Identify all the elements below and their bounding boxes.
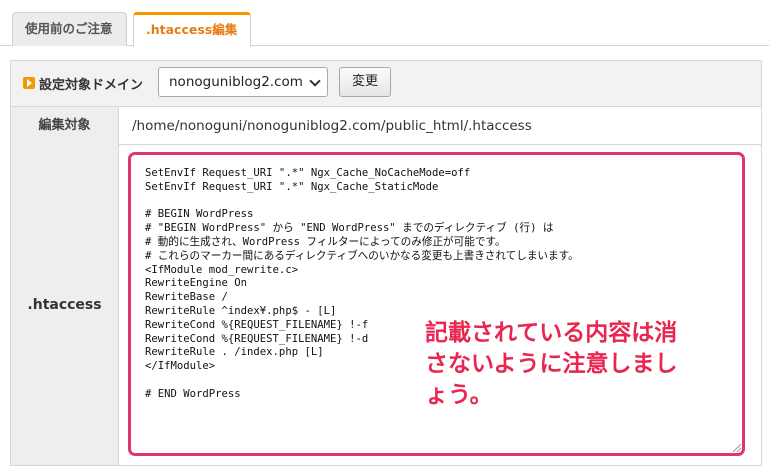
change-button[interactable]: 変更 [339, 67, 391, 97]
htaccess-row: .htaccess SetEnvIf Request_URI ".*" Ngx_… [11, 145, 761, 465]
domain-row: 設定対象ドメイン nonoguniblog2.com 変更 [11, 61, 761, 107]
tab-bar: 使用前のご注意 .htaccess編集 [0, 0, 769, 47]
domain-select[interactable]: nonoguniblog2.com [158, 67, 328, 97]
tab-precautions[interactable]: 使用前のご注意 [12, 12, 127, 46]
edit-target-row: 編集対象 /home/nonoguni/nonoguniblog2.com/pu… [11, 107, 761, 145]
orange-arrow-icon [23, 77, 35, 89]
edit-target-path: /home/nonoguni/nonoguniblog2.com/public_… [132, 118, 532, 134]
resize-handle-icon[interactable] [733, 444, 741, 452]
htaccess-label: .htaccess [11, 145, 119, 465]
edit-target-label: 編集対象 [11, 107, 119, 145]
caution-annotation: 記載されている内容は消さないように注意しましょう。 [425, 320, 678, 408]
domain-label: 設定対象ドメイン [39, 78, 144, 93]
chevron-down-icon [309, 75, 321, 87]
domain-select-value: nonoguniblog2.com [169, 74, 303, 90]
tab-htaccess-edit[interactable]: .htaccess編集 [133, 12, 251, 47]
